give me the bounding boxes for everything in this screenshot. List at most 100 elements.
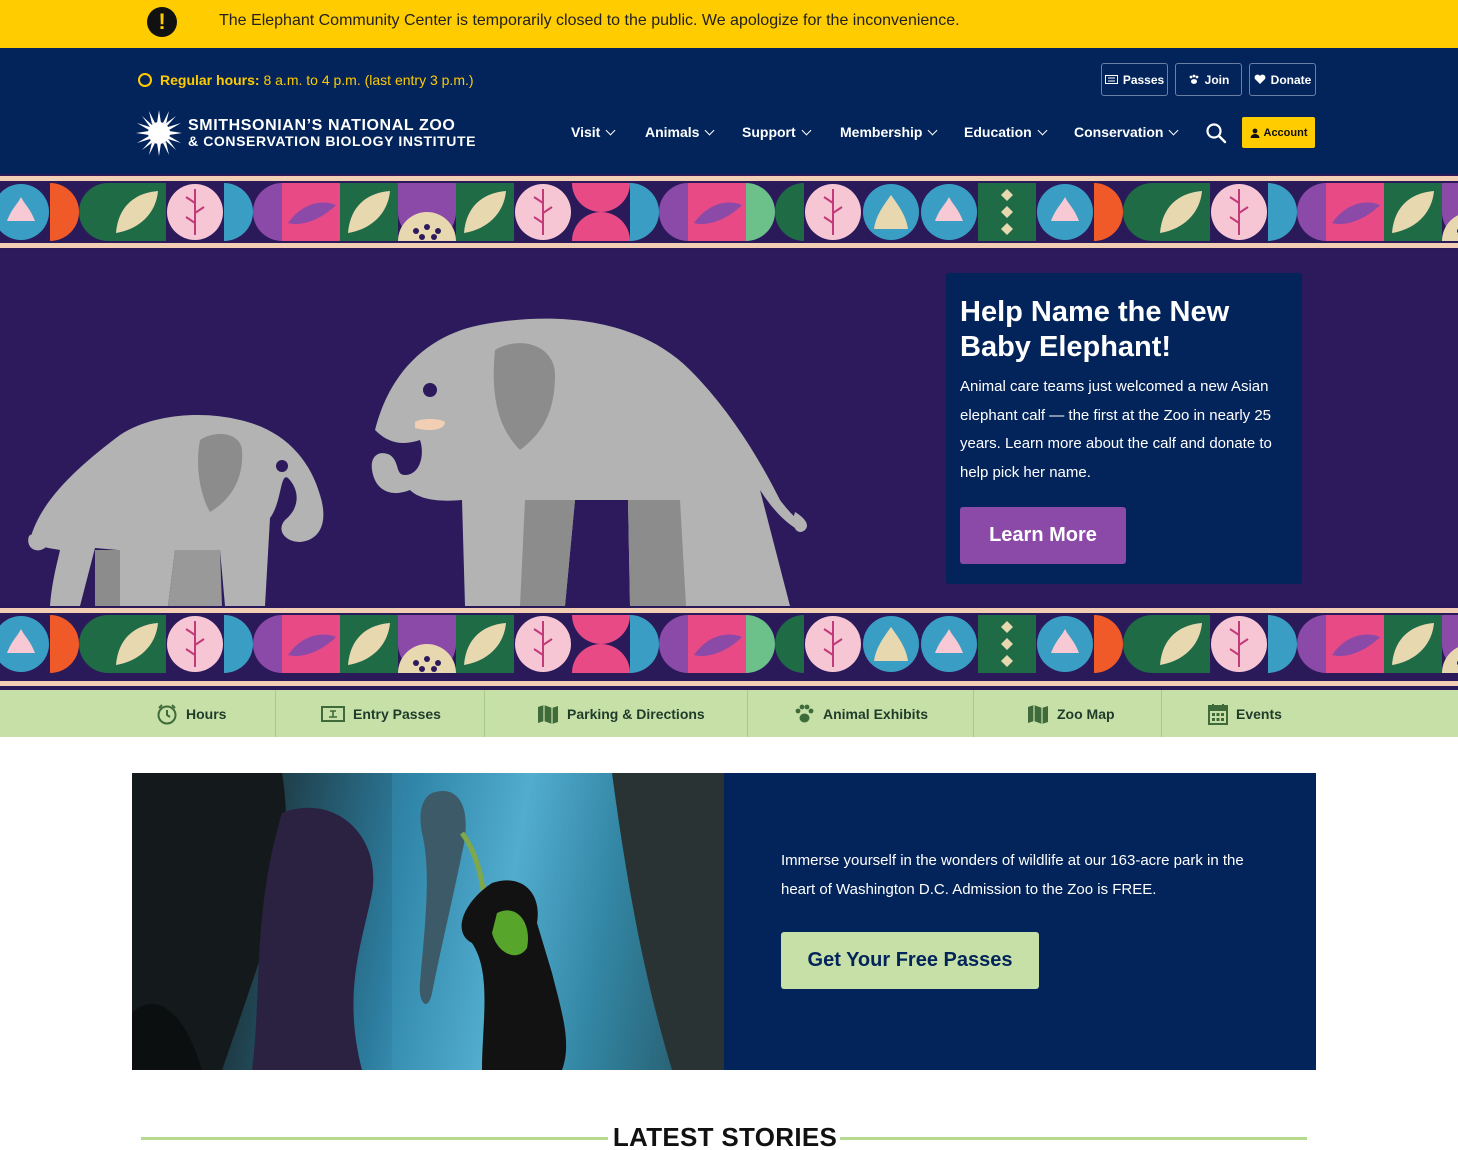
quick-link-zoo-map[interactable]: Zoo Map xyxy=(1027,690,1115,737)
passes-button[interactable]: Passes xyxy=(1101,63,1168,96)
quick-link-entry-passes[interactable]: Entry Passes xyxy=(321,690,441,737)
pattern-tile xyxy=(108,183,166,241)
quick-link-label: Zoo Map xyxy=(1057,705,1115,722)
donate-label: Donate xyxy=(1270,72,1312,87)
map-icon xyxy=(1028,704,1048,724)
pattern-tile xyxy=(282,615,340,673)
pattern-tile xyxy=(167,616,223,672)
pattern-tile xyxy=(1094,615,1152,673)
band-stripe xyxy=(0,243,1458,248)
heart-icon xyxy=(1254,74,1266,84)
site-header: Regular hours: 8 a.m. to 4 p.m. (last en… xyxy=(0,48,1458,174)
pattern-tile xyxy=(0,616,49,672)
pattern-tile xyxy=(805,616,861,672)
promo-text: Immerse yourself in the wonders of wildl… xyxy=(781,852,1244,898)
chevron-down-icon xyxy=(1169,125,1179,136)
pattern-tile xyxy=(1326,183,1384,241)
floral-pattern xyxy=(0,183,1458,241)
exclamation-icon: ! xyxy=(147,7,177,37)
join-label: Join xyxy=(1204,72,1230,87)
quick-link-hours[interactable]: Hours xyxy=(156,690,226,737)
chevron-down-icon xyxy=(928,125,938,136)
quick-link-events[interactable]: Events xyxy=(1208,690,1282,737)
pattern-tile xyxy=(1152,183,1210,241)
ticket-icon xyxy=(1104,75,1118,84)
pattern-tile xyxy=(167,184,223,240)
pattern-tile xyxy=(921,616,977,672)
ticket-icon xyxy=(321,705,345,722)
quick-link-animal-exhibits[interactable]: Animal Exhibits xyxy=(793,690,928,737)
aquarium-photo xyxy=(132,773,724,1070)
nav-conservation-label: Conservation xyxy=(1074,124,1164,140)
elephant-illustration xyxy=(28,318,807,606)
pattern-tile xyxy=(746,183,804,241)
nav-animals-label: Animals xyxy=(645,124,700,140)
pattern-tile xyxy=(340,615,398,673)
map-icon xyxy=(538,704,558,724)
user-icon xyxy=(1250,128,1259,138)
quick-link-label: Animal Exhibits xyxy=(823,705,929,722)
hero-body: Animal care teams just welcomed a new As… xyxy=(960,378,1272,481)
nav-education[interactable]: Education xyxy=(964,124,1048,140)
pattern-tile xyxy=(1268,615,1326,673)
search-icon[interactable] xyxy=(1205,122,1227,144)
get-free-passes-button[interactable]: Get Your Free Passes xyxy=(781,932,1039,989)
pattern-tile xyxy=(108,615,166,673)
join-button[interactable]: Join xyxy=(1175,63,1242,96)
quick-link-parking-directions[interactable]: Parking & Directions xyxy=(537,690,705,737)
nav-conservation[interactable]: Conservation xyxy=(1074,124,1179,140)
divider xyxy=(484,690,485,737)
pattern-tile xyxy=(1211,616,1267,672)
pattern-tile xyxy=(398,615,456,673)
paw-icon xyxy=(1189,74,1199,84)
clock-icon xyxy=(157,703,177,724)
free-admission-promo: Immerse yourself in the wonders of wildl… xyxy=(132,773,1316,1070)
quick-links-bar: Hours Entry Passes Parking & Directions … xyxy=(0,690,1458,737)
pattern-tile xyxy=(978,183,1036,241)
quick-link-label: Hours xyxy=(186,705,227,722)
donate-button[interactable]: Donate xyxy=(1249,63,1316,96)
hero-section: Help Name the New Baby Elephant! Animal … xyxy=(0,250,1458,606)
pattern-tile xyxy=(224,183,282,241)
pattern-tile xyxy=(805,184,861,240)
account-label: Account xyxy=(1263,126,1308,139)
hours-value: 8 a.m. to 4 p.m. (last entry 3 p.m.) xyxy=(263,72,474,88)
pattern-tile xyxy=(282,183,340,241)
heading-rule xyxy=(840,1137,1307,1140)
divider xyxy=(973,690,974,737)
pattern-tile xyxy=(921,184,977,240)
passes-label: Passes xyxy=(1122,72,1165,87)
alarm-clock-icon xyxy=(138,73,152,87)
account-button[interactable]: Account xyxy=(1242,117,1315,148)
calendar-icon xyxy=(1208,703,1228,725)
nav-education-label: Education xyxy=(964,124,1032,140)
latest-stories-heading: LATEST STORIES xyxy=(612,1122,838,1150)
hero-title: Help Name the New Baby Elephant! xyxy=(960,296,1230,363)
pattern-tile xyxy=(572,183,630,241)
nav-animals[interactable]: Animals xyxy=(645,124,715,140)
pattern-tile xyxy=(1326,615,1384,673)
learn-more-button[interactable]: Learn More xyxy=(960,507,1126,564)
pattern-tile xyxy=(572,615,630,673)
smithsonian-zoo-logo[interactable]: SMITHSONIAN’S NATIONAL ZOO & CONSERVATIO… xyxy=(136,110,476,156)
latest-stories-section: LATEST STORIES xyxy=(0,1118,1458,1150)
nav-membership[interactable]: Membership xyxy=(840,124,938,140)
pattern-tile xyxy=(863,616,919,672)
nav-support[interactable]: Support xyxy=(742,124,812,140)
baby-elephant-icon xyxy=(28,415,324,606)
band-stripe xyxy=(0,176,1458,181)
pattern-tile xyxy=(630,615,688,673)
pattern-tile xyxy=(224,615,282,673)
pattern-tile xyxy=(688,183,746,241)
alert-banner: ! The Elephant Community Center is tempo… xyxy=(0,0,1458,48)
nav-visit[interactable]: Visit xyxy=(571,124,616,140)
quick-link-label: Events xyxy=(1236,705,1282,722)
quick-link-label: Parking & Directions xyxy=(567,705,705,722)
pattern-tile xyxy=(456,183,514,241)
chevron-down-icon xyxy=(801,125,812,136)
nav-membership-label: Membership xyxy=(840,124,923,140)
divider xyxy=(747,690,748,737)
pattern-tile xyxy=(50,615,108,673)
nav-support-label: Support xyxy=(742,124,796,140)
pattern-tile xyxy=(746,615,804,673)
